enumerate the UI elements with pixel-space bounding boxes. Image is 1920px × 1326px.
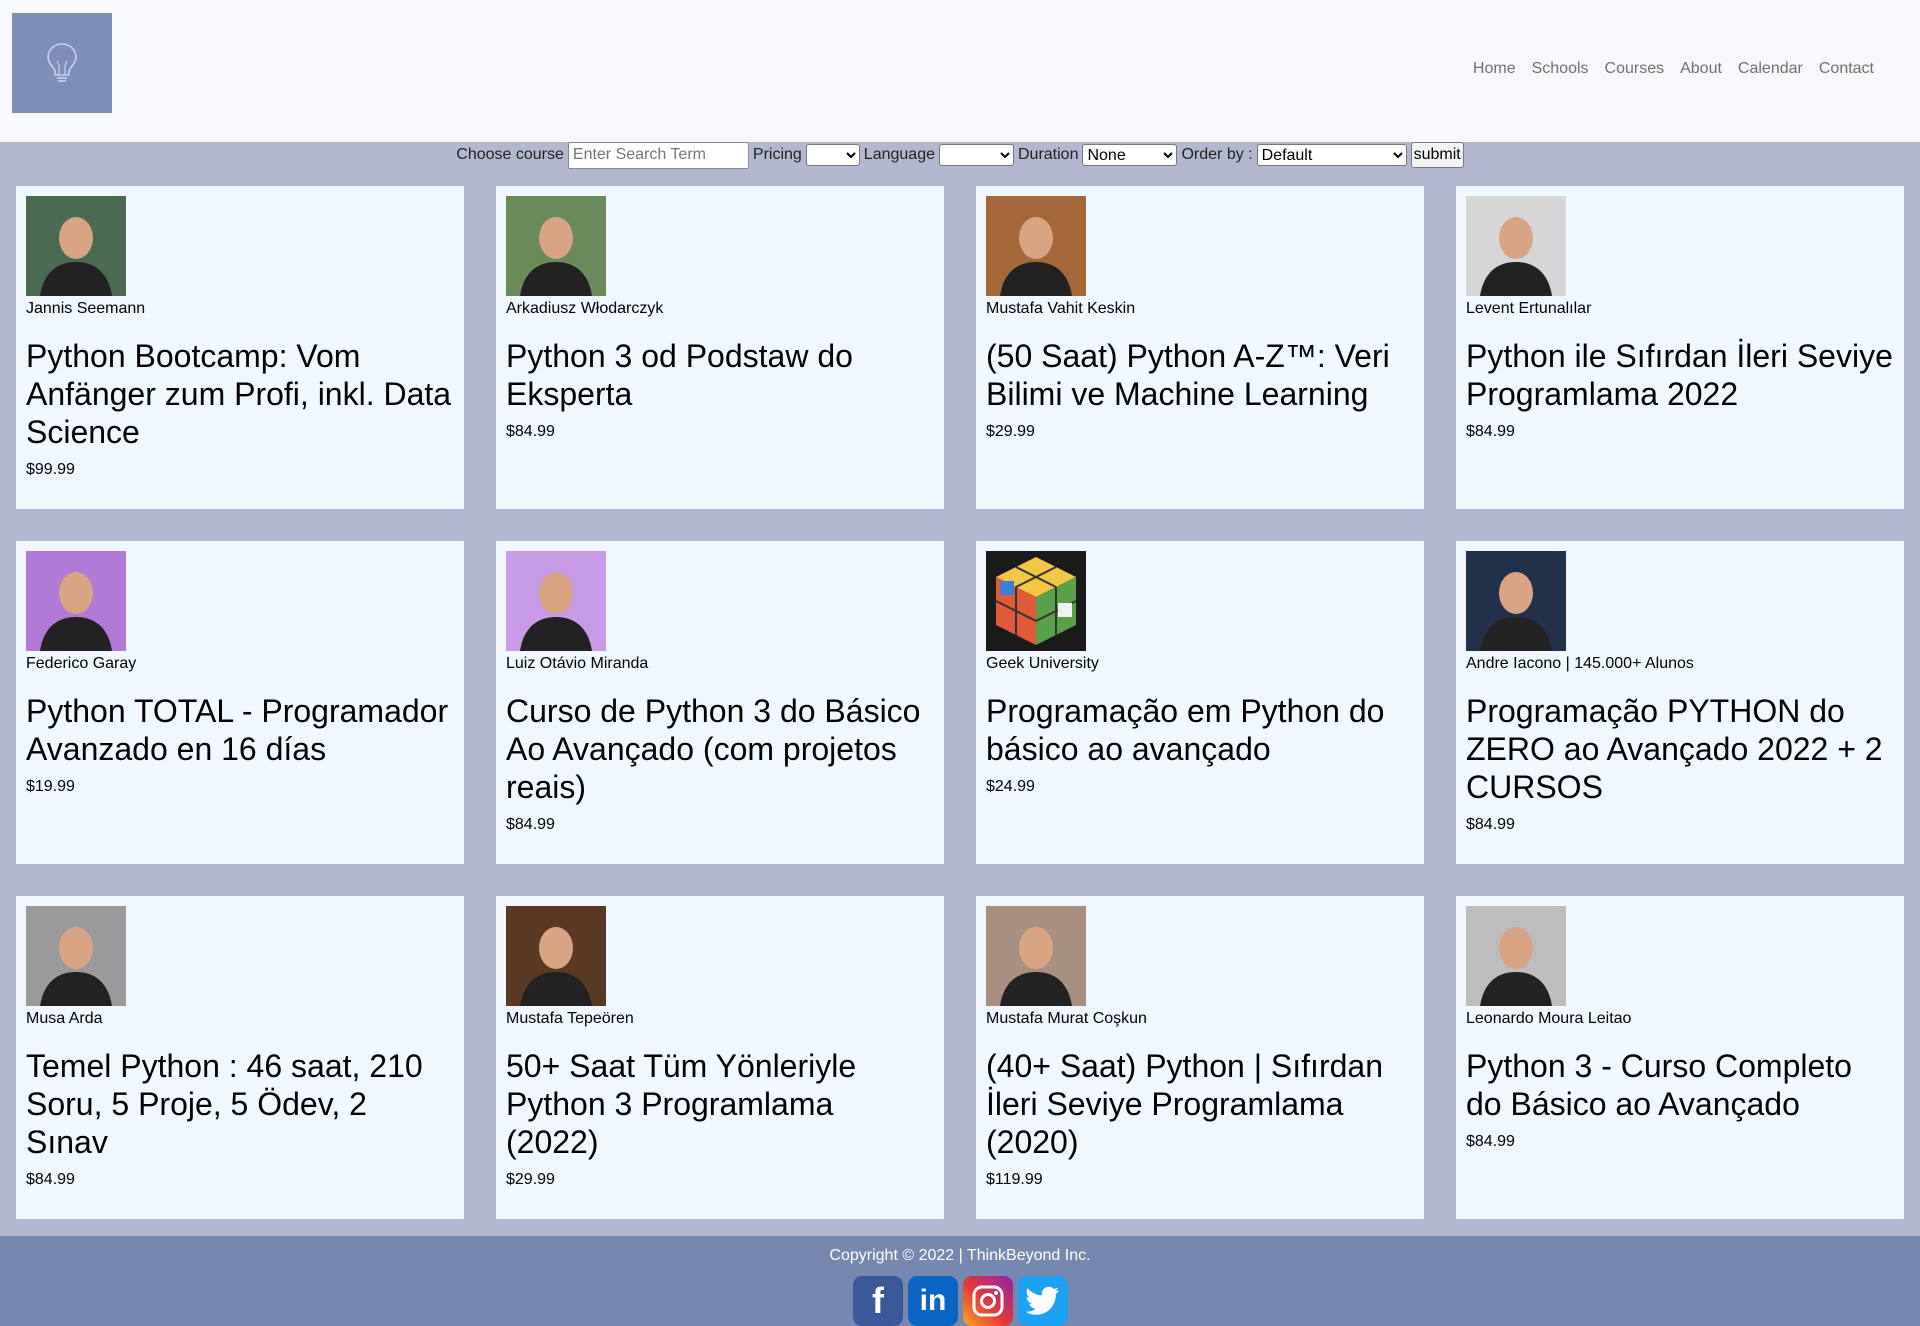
pricing-select[interactable] <box>805 144 860 166</box>
instructor-avatar <box>1466 906 1566 1006</box>
nav-courses[interactable]: Courses <box>1605 60 1665 78</box>
instructor-avatar <box>1466 196 1566 296</box>
nav-schools[interactable]: Schools <box>1532 60 1589 78</box>
course-price: $24.99 <box>986 778 1035 795</box>
nav-contact[interactable]: Contact <box>1819 60 1874 78</box>
instructor-name: Mustafa Vahit Keskin <box>986 300 1136 317</box>
instructor-avatar <box>26 906 126 1006</box>
course-price: $84.99 <box>1466 423 1515 440</box>
course-title[interactable]: Programação em Python do básico ao avanç… <box>986 692 1414 768</box>
instructor-avatar <box>506 906 606 1006</box>
order-by-label: Order by : <box>1181 146 1253 163</box>
duration-label: Duration <box>1017 146 1079 163</box>
instructor-avatar <box>986 551 1086 651</box>
site-header: Home Schools Courses About Calendar Cont… <box>0 0 1920 142</box>
course-title[interactable]: Python ile Sıfırdan İleri Seviye Program… <box>1466 337 1894 413</box>
nav-about[interactable]: About <box>1680 60 1722 78</box>
course-price: $19.99 <box>26 778 75 795</box>
course-title[interactable]: Programação PYTHON do ZERO ao Avançado 2… <box>1466 692 1894 806</box>
course-title[interactable]: Curso de Python 3 do Básico Ao Avançado … <box>506 692 934 806</box>
course-price: $84.99 <box>1466 816 1515 833</box>
course-title[interactable]: Python 3 - Curso Completo do Básico ao A… <box>1466 1047 1894 1123</box>
linkedin-icon[interactable]: in <box>908 1276 958 1326</box>
course-title[interactable]: Temel Python : 46 saat, 210 Soru, 5 Proj… <box>26 1047 454 1161</box>
instructor-name: Mustafa Tepeören <box>506 1010 634 1027</box>
course-card[interactable]: Mustafa Vahit Keskin (50 Saat) Python A-… <box>976 186 1424 509</box>
instructor-name: Mustafa Murat Coşkun <box>986 1010 1147 1027</box>
course-title[interactable]: Python TOTAL - Programador Avanzado en 1… <box>26 692 454 768</box>
lightbulb-icon <box>47 43 77 82</box>
course-card[interactable]: Leonardo Moura Leitao Python 3 - Curso C… <box>1456 896 1904 1219</box>
language-label: Language <box>863 146 935 163</box>
course-price: $99.99 <box>26 461 75 478</box>
course-card[interactable]: Mustafa Tepeören 50+ Saat Tüm Yönleriyle… <box>496 896 944 1219</box>
course-price: $84.99 <box>1466 1133 1515 1150</box>
course-card[interactable]: Luiz Otávio Miranda Curso de Python 3 do… <box>496 541 944 864</box>
course-card[interactable]: Levent Ertunalılar Python ile Sıfırdan İ… <box>1456 186 1904 509</box>
site-footer: Copyright © 2022 | ThinkBeyond Inc. f in <box>0 1236 1920 1326</box>
instructor-avatar <box>506 196 606 296</box>
instructor-name: Musa Arda <box>26 1010 103 1027</box>
choose-course-label: Choose course <box>456 146 564 163</box>
facebook-icon[interactable]: f <box>853 1276 903 1326</box>
search-input[interactable] <box>567 141 749 169</box>
instructor-name: Arkadiusz Włodarczyk <box>506 300 664 317</box>
social-links: f in <box>853 1276 1068 1326</box>
course-card[interactable]: Federico Garay Python TOTAL - Programado… <box>16 541 464 864</box>
twitter-icon[interactable] <box>1018 1276 1068 1326</box>
instructor-name: Federico Garay <box>26 655 137 672</box>
course-price: $84.99 <box>506 423 555 440</box>
instructor-avatar <box>506 551 606 651</box>
course-title[interactable]: (40+ Saat) Python | Sıfırdan İleri Seviy… <box>986 1047 1414 1161</box>
course-title[interactable]: Python Bootcamp: Vom Anfänger zum Profi,… <box>26 337 454 451</box>
course-grid: Jannis Seemann Python Bootcamp: Vom Anfä… <box>16 186 1904 1219</box>
course-card[interactable]: Mustafa Murat Coşkun (40+ Saat) Python |… <box>976 896 1424 1219</box>
instructor-name: Levent Ertunalılar <box>1466 300 1592 317</box>
course-title[interactable]: 50+ Saat Tüm Yönleriyle Python 3 Program… <box>506 1047 934 1161</box>
course-price: $29.99 <box>506 1171 555 1188</box>
course-price: $119.99 <box>986 1171 1043 1188</box>
instagram-icon[interactable] <box>963 1276 1013 1326</box>
course-price: $84.99 <box>506 816 555 833</box>
instructor-name: Luiz Otávio Miranda <box>506 655 649 672</box>
instructor-avatar <box>1466 551 1566 651</box>
course-price: $29.99 <box>986 423 1035 440</box>
course-card[interactable]: Jannis Seemann Python Bootcamp: Vom Anfä… <box>16 186 464 509</box>
instructor-name: Geek University <box>986 655 1099 672</box>
course-card[interactable]: Andre Iacono | 145.000+ Alunos Programaç… <box>1456 541 1904 864</box>
pricing-label: Pricing <box>752 146 802 163</box>
submit-button[interactable]: submit <box>1410 142 1464 168</box>
course-title[interactable]: Python 3 od Podstaw do Eksperta <box>506 337 934 413</box>
copyright-text: Copyright © 2022 | ThinkBeyond Inc. <box>829 1247 1091 1264</box>
course-card[interactable]: Arkadiusz Włodarczyk Python 3 od Podstaw… <box>496 186 944 509</box>
main-nav: Home Schools Courses About Calendar Cont… <box>1473 60 1874 78</box>
instructor-name: Leonardo Moura Leitao <box>1466 1010 1632 1027</box>
instructor-avatar <box>26 196 126 296</box>
logo[interactable] <box>12 13 112 113</box>
instructor-avatar <box>26 551 126 651</box>
instructor-name: Jannis Seemann <box>26 300 146 317</box>
nav-home[interactable]: Home <box>1473 60 1516 78</box>
duration-select[interactable]: None <box>1082 144 1178 166</box>
course-price: $84.99 <box>26 1171 75 1188</box>
nav-calendar[interactable]: Calendar <box>1738 60 1803 78</box>
course-card[interactable]: Geek University Programação em Python do… <box>976 541 1424 864</box>
course-filter-form: Choose course Pricing Language Duration … <box>0 141 1920 169</box>
course-card[interactable]: Musa Arda Temel Python : 46 saat, 210 So… <box>16 896 464 1219</box>
instructor-name: Andre Iacono | 145.000+ Alunos <box>1466 655 1694 672</box>
course-title[interactable]: (50 Saat) Python A-Z™: Veri Bilimi ve Ma… <box>986 337 1414 413</box>
order-by-select[interactable]: Default <box>1256 144 1407 166</box>
instructor-avatar <box>986 906 1086 1006</box>
language-select[interactable] <box>938 144 1014 166</box>
instructor-avatar <box>986 196 1086 296</box>
